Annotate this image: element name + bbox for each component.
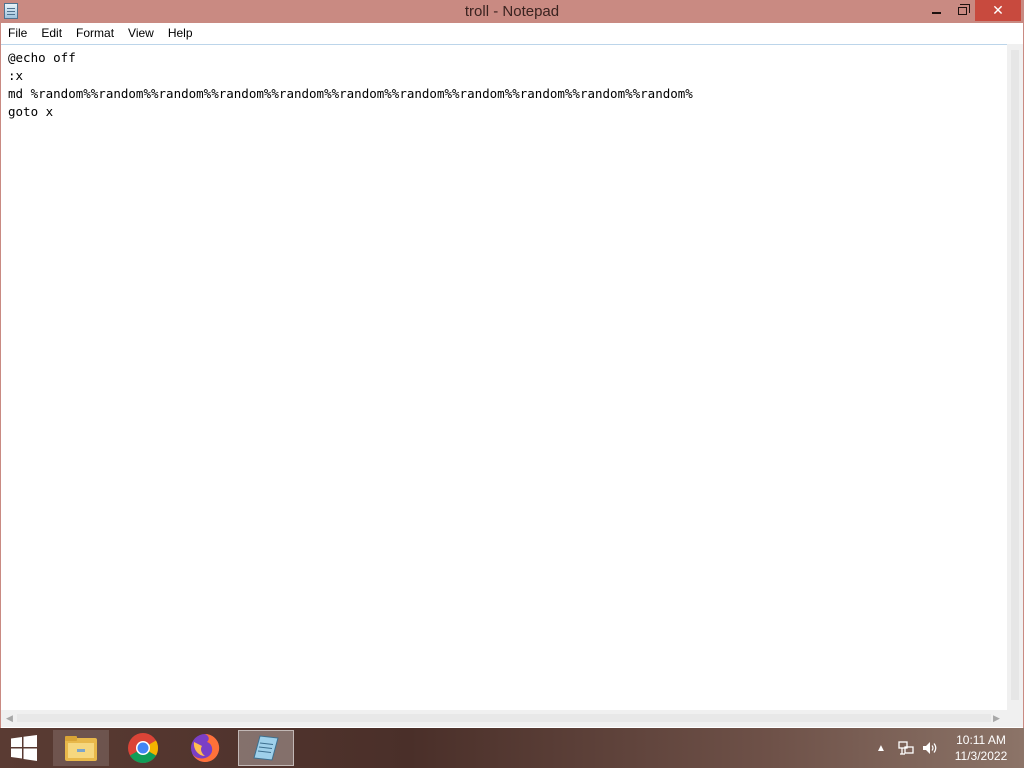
horizontal-scrollbar[interactable]: ◀ ▶ — [1, 710, 1007, 727]
notepad-icon — [253, 735, 279, 761]
network-button[interactable] — [898, 728, 914, 768]
clock-date: 11/3/2022 — [954, 749, 1008, 763]
minimize-icon — [931, 11, 941, 14]
volume-button[interactable] — [922, 728, 938, 768]
scroll-left-icon[interactable]: ◀ — [6, 713, 13, 724]
chevron-up-icon: ▲ — [876, 742, 886, 754]
minimize-button[interactable] — [922, 0, 950, 21]
menu-edit[interactable]: Edit — [34, 23, 69, 43]
taskbar-file-explorer[interactable] — [53, 730, 109, 766]
editor-line: goto x — [8, 104, 54, 119]
scroll-right-icon[interactable]: ▶ — [993, 713, 1000, 724]
folder-icon — [65, 736, 97, 761]
taskbar-clock[interactable]: 10:11 AM 11/3/2022 — [948, 732, 1014, 764]
firefox-icon — [191, 733, 220, 762]
taskbar-notepad[interactable] — [238, 730, 294, 766]
restore-button[interactable] — [948, 0, 976, 21]
windows-logo-icon — [11, 735, 37, 761]
close-button[interactable]: ✕ — [975, 0, 1021, 21]
menu-format[interactable]: Format — [69, 23, 121, 43]
notepad-window: File Edit Format View Help @echo off :x … — [0, 23, 1024, 728]
close-icon: ✕ — [992, 2, 1004, 18]
menu-help[interactable]: Help — [161, 23, 200, 43]
taskbar: ▲ 10:11 AM 11/3/2022 — [0, 728, 1024, 768]
vertical-scroll-thumb[interactable] — [1011, 50, 1019, 700]
volume-icon — [923, 742, 937, 754]
vertical-scrollbar[interactable] — [1007, 44, 1023, 710]
window-title: troll - Notepad — [464, 3, 560, 20]
network-icon — [898, 741, 914, 755]
title-bar[interactable]: troll - Notepad ✕ — [0, 0, 1024, 23]
menu-bar: File Edit Format View Help — [1, 23, 1023, 43]
menu-view[interactable]: View — [121, 23, 161, 43]
editor-line: @echo off — [8, 50, 76, 65]
taskbar-firefox[interactable] — [177, 730, 233, 766]
editor-line: :x — [8, 68, 24, 83]
restore-icon — [957, 3, 970, 15]
start-button[interactable] — [0, 728, 48, 768]
menu-file[interactable]: File — [1, 23, 34, 43]
clock-time: 10:11 AM — [956, 733, 1006, 747]
show-hidden-icons-button[interactable]: ▲ — [876, 728, 886, 768]
horizontal-scroll-thumb[interactable] — [17, 714, 991, 722]
editor-line: md %random%%random%%random%%random%%rand… — [8, 86, 693, 101]
taskbar-chrome[interactable] — [115, 730, 171, 766]
text-editor[interactable]: @echo off :x md %random%%random%%random%… — [1, 44, 1007, 710]
chrome-icon — [128, 733, 159, 764]
scrollbar-corner — [1007, 710, 1023, 727]
